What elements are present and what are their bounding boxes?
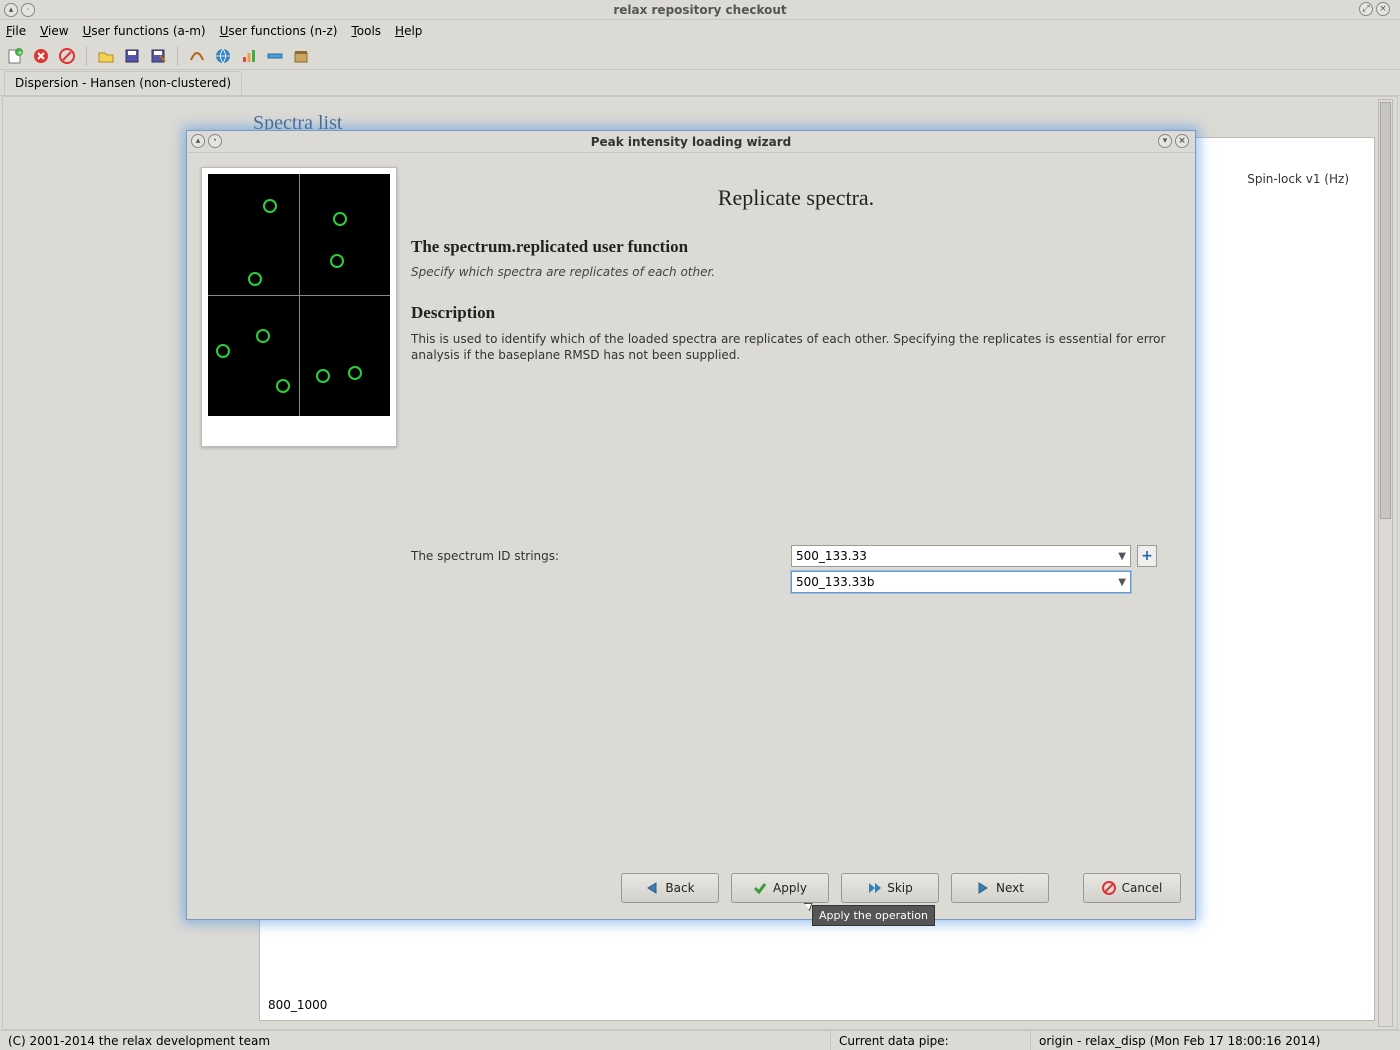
skip-button[interactable]: Skip (841, 873, 939, 903)
combo1-value: 500_133.33 (796, 549, 867, 563)
globe-icon[interactable] (214, 47, 232, 65)
archive-icon[interactable] (292, 47, 310, 65)
dialog-sub-italic: Specify which spectra are replicates of … (411, 265, 1181, 279)
close-icon[interactable]: × (1376, 2, 1390, 16)
new-icon[interactable]: + (6, 47, 24, 65)
back-button[interactable]: Back (621, 873, 719, 903)
dialog-menu-icon[interactable]: ▴ (191, 134, 205, 148)
main-window-titlebar: ▴ · relax repository checkout ⤢ × (0, 0, 1400, 20)
cancel-button[interactable]: Cancel (1083, 873, 1181, 903)
wizard-preview-image (201, 167, 397, 447)
dialog-close-icon[interactable]: × (1175, 134, 1189, 148)
chevron-down-icon: ▼ (1118, 551, 1126, 562)
table-row-label: 800_1000 (268, 998, 327, 1012)
tab-dispersion-hansen[interactable]: Dispersion - Hansen (non-clustered) (4, 71, 242, 95)
svg-text:+: + (17, 49, 23, 57)
window-pin-icon[interactable]: · (21, 3, 35, 17)
tooltip: Apply the operation (812, 905, 935, 926)
vertical-scrollbar[interactable] (1378, 99, 1393, 1027)
column-header-spinlock: Spin-lock v1 (Hz) (1247, 172, 1349, 186)
arrow-left-icon (645, 881, 659, 895)
skip-icon (867, 881, 881, 895)
relax-icon[interactable] (188, 47, 206, 65)
check-icon (753, 881, 767, 895)
chevron-down-icon: ▼ (1118, 577, 1126, 588)
menu-file[interactable]: File (6, 24, 26, 38)
dialog-description-text: This is used to identify which of the lo… (411, 331, 1181, 363)
menu-user-functions-nz[interactable]: User functions (n-z) (220, 24, 338, 38)
dialog-subheading: The spectrum.replicated user function (411, 237, 1181, 257)
close-analysis-icon[interactable] (32, 47, 50, 65)
dialog-minimize-icon[interactable]: ▾ (1158, 134, 1172, 148)
bar-chart-icon[interactable] (240, 47, 258, 65)
dialog-description-heading: Description (411, 303, 1181, 323)
wizard-dialog: ▴ · Peak intensity loading wizard ▾ × (186, 130, 1196, 920)
dialog-heading: Replicate spectra. (411, 185, 1181, 211)
add-button[interactable]: + (1137, 545, 1157, 567)
spectrum-id-combo-2[interactable]: 500_133.33b ▼ (791, 571, 1131, 593)
dialog-pin-icon[interactable]: · (208, 134, 222, 148)
menu-bar: File View User functions (a-m) User func… (0, 20, 1400, 42)
apply-button[interactable]: Apply (731, 873, 829, 903)
spectrum-id-combo-1[interactable]: 500_133.33 ▼ (791, 545, 1131, 567)
menu-view[interactable]: View (40, 24, 68, 38)
cancel-icon[interactable] (58, 47, 76, 65)
app-menu-icon[interactable]: ▴ (4, 3, 18, 17)
menu-user-functions-am[interactable]: User functions (a-m) (83, 24, 206, 38)
next-button[interactable]: Next (951, 873, 1049, 903)
pipe-icon[interactable] (266, 47, 284, 65)
save-as-icon[interactable] (149, 47, 167, 65)
combo2-value: 500_133.33b (796, 575, 875, 589)
tab-strip: Dispersion - Hansen (non-clustered) (0, 70, 1400, 96)
menu-tools[interactable]: Tools (351, 24, 381, 38)
dialog-titlebar: ▴ · Peak intensity loading wizard ▾ × (187, 131, 1195, 153)
arrow-right-icon (976, 881, 990, 895)
status-bar: (C) 2001-2014 the relax development team… (0, 1030, 1400, 1050)
save-icon[interactable] (123, 47, 141, 65)
maximize-icon[interactable]: ⤢ (1359, 2, 1373, 16)
spectrum-id-label: The spectrum ID strings: (411, 549, 559, 563)
open-icon[interactable] (97, 47, 115, 65)
menu-help[interactable]: Help (395, 24, 422, 38)
cancel-icon (1102, 881, 1116, 895)
scrollbar-thumb[interactable] (1380, 102, 1391, 519)
main-window-title: relax repository checkout (613, 3, 786, 17)
dialog-button-row: Back Apply Skip Next (187, 873, 1195, 907)
dialog-title: Peak intensity loading wizard (591, 135, 792, 149)
status-origin: origin - relax_disp (Mon Feb 17 18:00:16… (1030, 1031, 1400, 1050)
status-pipe-label: Current data pipe: (830, 1031, 1030, 1050)
toolbar: + (0, 42, 1400, 70)
status-copyright: (C) 2001-2014 the relax development team (0, 1031, 830, 1050)
